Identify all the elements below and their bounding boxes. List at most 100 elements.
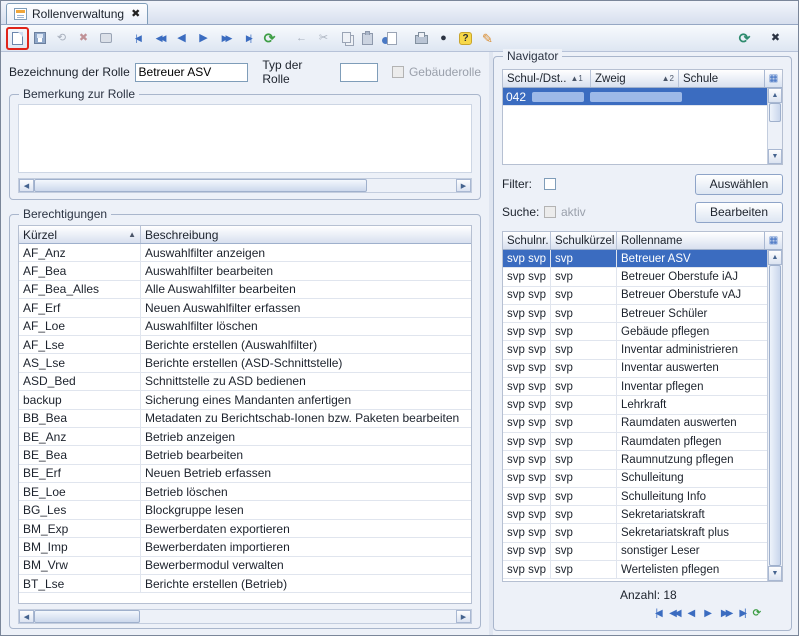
table-row[interactable]: BE_LoeBetrieb löschen (19, 483, 471, 501)
table-row[interactable]: svp svpsvpInventar pflegen (503, 378, 767, 396)
cut-button[interactable]: ✂ (313, 28, 334, 49)
table-row[interactable]: svp svpsvpRaumdaten auswerten (503, 415, 767, 433)
next-record-button[interactable]: ▶ (193, 28, 214, 49)
new-record-button[interactable] (7, 28, 28, 49)
table-row[interactable]: BT_LseBerichte erstellen (Betrieb) (19, 575, 471, 593)
paste-button[interactable] (357, 28, 378, 49)
filter-checkbox[interactable] (544, 178, 556, 190)
bemerkung-textarea[interactable] (18, 104, 472, 173)
table-row[interactable]: AS_LseBerichte erstellen (ASD-Schnittste… (19, 354, 471, 372)
scroll-right-button[interactable]: ▶ (456, 610, 471, 623)
fast-backward-button[interactable]: ◀◀ (149, 28, 170, 49)
first-record-button[interactable]: |◀ (127, 28, 148, 49)
scroll-right-button[interactable]: ▶ (456, 179, 471, 192)
scrollbar-thumb[interactable] (34, 179, 367, 192)
tab-rollenverwaltung[interactable]: Rollenverwaltung ✖ (6, 3, 148, 24)
nav-fast-backward-button[interactable]: ◀◀ (669, 609, 678, 619)
table-row[interactable]: svp svpsvpSchulleitung (503, 470, 767, 488)
last-record-button[interactable]: ▶| (237, 28, 258, 49)
nav-next-button[interactable]: ▶ (704, 609, 712, 619)
delete-button[interactable]: ✖ (73, 28, 94, 49)
column-header-schulnr[interactable]: Schulnr. (503, 232, 551, 249)
table-row[interactable]: svp svpsvpRaumdaten pflegen (503, 433, 767, 451)
scrollbar-thumb[interactable] (769, 103, 781, 122)
table-row[interactable]: BM_VrwBewerbermodul verwalten (19, 557, 471, 575)
table-row[interactable]: BM_ExpBewerberdaten exportieren (19, 520, 471, 538)
fast-forward-button[interactable]: ▶▶ (215, 28, 236, 49)
bezeichnung-input[interactable] (135, 63, 248, 82)
table-row[interactable]: BE_ErfNeuen Betrieb erfassen (19, 465, 471, 483)
gebaeuderolle-checkbox[interactable] (392, 66, 404, 78)
nav-fast-forward-button[interactable]: ▶▶ (721, 609, 730, 619)
column-header-schulnr[interactable]: Schul-/Dst.. ▲1 (503, 70, 591, 87)
table-row[interactable]: BM_ImpBewerberdaten importieren (19, 538, 471, 556)
table-row[interactable]: AF_ErfNeuen Auswahlfilter erfassen (19, 299, 471, 317)
table-row[interactable]: AF_LoeAuswahlfilter löschen (19, 318, 471, 336)
tab-close-icon[interactable]: ✖ (131, 9, 140, 20)
column-chooser-button[interactable]: ▦ (764, 232, 782, 249)
table-row[interactable]: svp svpsvpGebäude pflegen (503, 323, 767, 341)
table-row[interactable]: AF_Bea_AllesAlle Auswahlfilter bearbeite… (19, 281, 471, 299)
table-row[interactable]: svp svpsvpRaumnutzung pflegen (503, 451, 767, 469)
column-header-zweig[interactable]: Zweig ▲2 (591, 70, 679, 87)
column-header-schulkuerzel[interactable]: Schulkürzel (551, 232, 617, 249)
scroll-left-button[interactable]: ◀ (19, 179, 34, 192)
previous-record-button[interactable]: ◀ (171, 28, 192, 49)
save-button[interactable] (29, 28, 50, 49)
assign-users-button[interactable] (379, 28, 400, 49)
scrollbar-track[interactable] (768, 103, 782, 149)
column-header-kuerzel[interactable]: Kürzel ▲ (19, 226, 141, 243)
copy-button[interactable] (335, 28, 356, 49)
table-row[interactable]: BE_BeaBetrieb bearbeiten (19, 446, 471, 464)
scroll-down-button[interactable]: ▼ (768, 566, 782, 581)
print-button[interactable] (411, 28, 432, 49)
close-panel-button[interactable]: ✖ (765, 28, 786, 49)
table-row[interactable]: backupSicherung eines Mandanten anfertig… (19, 391, 471, 409)
table-row[interactable]: BE_AnzBetrieb anzeigen (19, 428, 471, 446)
sync-view-button[interactable]: ⟳ (734, 28, 755, 49)
nav-first-button[interactable]: |◀ (655, 609, 660, 619)
navigate-back-button[interactable]: ← (291, 28, 312, 49)
bearbeiten-button[interactable]: Bearbeiten (695, 202, 783, 223)
column-chooser-button[interactable]: ▦ (764, 70, 782, 87)
scrollbar-track[interactable] (768, 265, 782, 566)
auswaehlen-button[interactable]: Auswählen (695, 174, 783, 195)
table-row[interactable]: svp svpsvpBetreuer ASV (503, 250, 767, 268)
table-row[interactable]: svp svpsvpInventar auswerten (503, 360, 767, 378)
typ-input[interactable] (340, 63, 378, 82)
table-row[interactable]: AF_LseBerichte erstellen (Auswahlfilter) (19, 336, 471, 354)
scroll-up-button[interactable]: ▲ (768, 88, 782, 103)
table-row[interactable]: svp svpsvpBetreuer Oberstufe vAJ (503, 287, 767, 305)
scroll-left-button[interactable]: ◀ (19, 610, 34, 623)
column-header-beschreibung[interactable]: Beschreibung (141, 226, 471, 243)
table-row[interactable]: AF_AnzAuswahlfilter anzeigen (19, 244, 471, 262)
table-row[interactable]: svp svpsvpSekretariatskraft (503, 506, 767, 524)
help-button[interactable]: ? (455, 28, 476, 49)
quill-button[interactable]: ✎ (477, 28, 498, 49)
nav-last-button[interactable]: ▶| (739, 609, 743, 619)
column-header-rollenname[interactable]: Rollenname (617, 232, 764, 249)
preview-button[interactable]: ● (433, 28, 454, 49)
aktiv-checkbox[interactable] (544, 206, 556, 218)
table-row[interactable]: svp svpsvpInventar administrieren (503, 341, 767, 359)
nav-previous-button[interactable]: ◀ (688, 609, 696, 619)
table-row[interactable]: svp svpsvpBetreuer Schüler (503, 305, 767, 323)
nav-refresh-button[interactable]: ⟳ (753, 609, 761, 619)
table-row[interactable]: BB_BeaMetadaten zu Berichtschab-Ionen bz… (19, 410, 471, 428)
scrollbar-track[interactable] (34, 610, 456, 623)
scrollbar-thumb[interactable] (769, 265, 781, 566)
table-row[interactable]: svp svpsvpLehrkraft (503, 396, 767, 414)
table-row[interactable]: 042 (503, 88, 767, 106)
refresh-button[interactable]: ⟳ (259, 28, 280, 49)
scroll-down-button[interactable]: ▼ (768, 149, 782, 164)
table-row[interactable]: svp svpsvpBetreuer Oberstufe iAJ (503, 268, 767, 286)
table-row[interactable]: BG_LesBlockgruppe lesen (19, 501, 471, 519)
discard-button[interactable] (95, 28, 116, 49)
scrollbar-track[interactable] (34, 179, 456, 192)
table-row[interactable]: AF_BeaAuswahlfilter bearbeiten (19, 262, 471, 280)
table-row[interactable]: svp svpsvpSekretariatskraft plus (503, 524, 767, 542)
table-row[interactable]: ASD_BedSchnittstelle zu ASD bedienen (19, 373, 471, 391)
column-header-schule[interactable]: Schule (679, 70, 764, 87)
table-row[interactable]: svp svpsvpsonstiger Leser (503, 543, 767, 561)
undo-button[interactable]: ⟲ (51, 28, 72, 49)
